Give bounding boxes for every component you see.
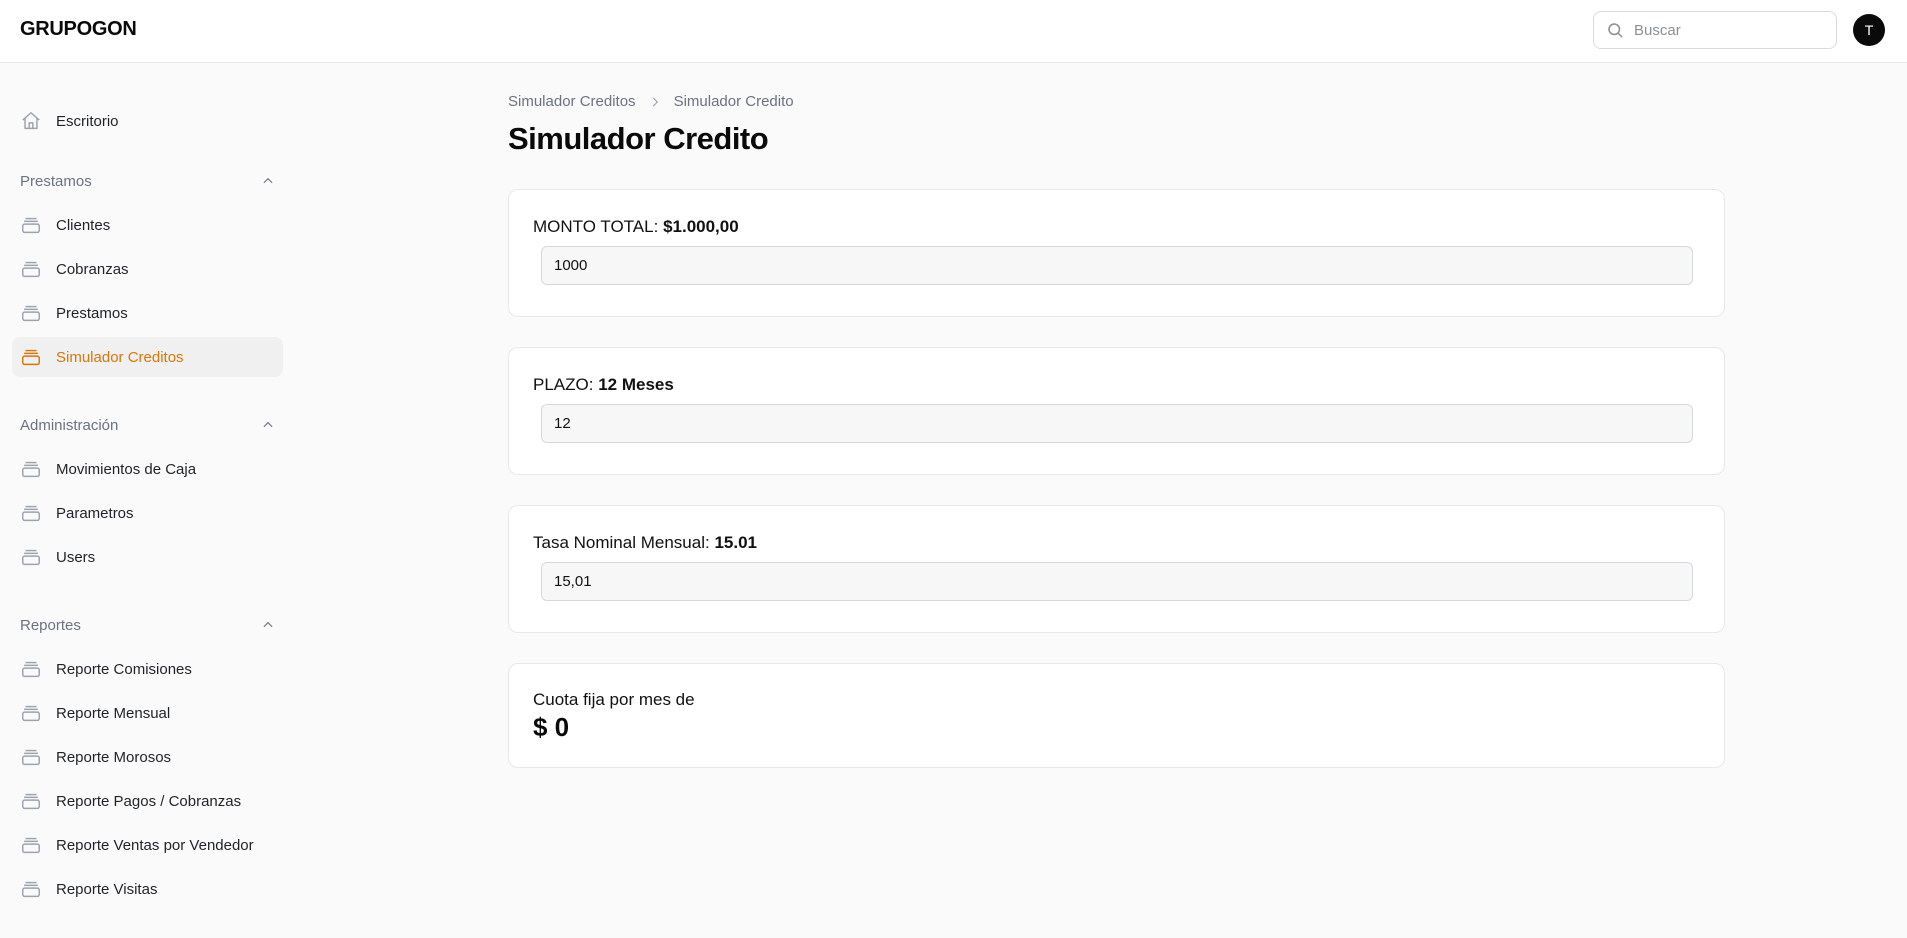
home-icon xyxy=(22,112,40,130)
tasa-label: Tasa Nominal Mensual: 15.01 xyxy=(533,533,757,553)
sidebar-item-prestamos[interactable]: Prestamos xyxy=(12,293,283,333)
stack-icon xyxy=(22,261,40,278)
result-label: Cuota fija por mes de xyxy=(533,690,695,709)
sidebar-item-label: Reporte Visitas xyxy=(56,880,158,898)
sidebar: Escritorio Prestamos Clientes Cobranzas … xyxy=(0,63,290,938)
group-header-prestamos[interactable]: Prestamos xyxy=(20,169,275,193)
chevron-up-icon xyxy=(263,621,273,628)
plazo-label-text: PLAZO: xyxy=(533,375,594,394)
tasa-card: Tasa Nominal Mensual: 15.01 xyxy=(508,505,1725,633)
brand-logo[interactable]: GRUPOGON xyxy=(20,18,137,41)
sidebar-item-reporte-visitas[interactable]: Reporte Visitas xyxy=(12,869,283,909)
monto-label-text: MONTO TOTAL: xyxy=(533,217,659,236)
sidebar-item-users[interactable]: Users xyxy=(12,537,283,577)
stack-icon xyxy=(22,549,40,566)
sidebar-item-label: Reporte Ventas por Vendedor xyxy=(56,836,254,854)
sidebar-item-clientes[interactable]: Clientes xyxy=(12,205,283,245)
stack-icon xyxy=(22,505,40,522)
stack-icon xyxy=(22,661,40,678)
stack-icon xyxy=(22,793,40,810)
sidebar-item-label: Clientes xyxy=(56,216,111,234)
search-box[interactable] xyxy=(1593,11,1837,49)
sidebar-item-reporte-comisiones[interactable]: Reporte Comisiones xyxy=(12,649,283,689)
sidebar-item-label: Reporte Morosos xyxy=(56,748,172,766)
sidebar-item-label: Parametros xyxy=(56,504,134,522)
group-label: Reportes xyxy=(20,616,81,634)
breadcrumb-link[interactable]: Simulador Creditos xyxy=(508,93,636,110)
sidebar-item-label: Prestamos xyxy=(56,304,128,322)
sidebar-item-label: Escritorio xyxy=(56,112,119,130)
tasa-display: 15.01 xyxy=(714,533,757,552)
sidebar-item-label: Reporte Pagos / Cobranzas xyxy=(56,792,242,810)
sidebar-item-label: Reporte Mensual xyxy=(56,704,171,722)
search-icon xyxy=(1608,23,1623,38)
plazo-display: 12 Meses xyxy=(598,375,674,394)
user-avatar[interactable]: T xyxy=(1853,14,1885,46)
breadcrumb-current: Simulador Credito xyxy=(673,93,794,110)
group-label: Administración xyxy=(20,416,119,434)
sidebar-item-parametros[interactable]: Parametros xyxy=(12,493,283,533)
group-header-reportes[interactable]: Reportes xyxy=(20,613,275,637)
sidebar-item-movimientos-de-caja[interactable]: Movimientos de Caja xyxy=(12,449,283,489)
monto-input[interactable] xyxy=(541,246,1693,285)
sidebar-item-escritorio[interactable]: Escritorio xyxy=(12,101,283,141)
sidebar-item-label: Users xyxy=(56,548,96,566)
chevron-up-icon xyxy=(263,421,273,428)
plazo-label: PLAZO: 12 Meses xyxy=(533,375,674,395)
stack-icon xyxy=(22,749,40,766)
stack-icon xyxy=(22,705,40,722)
group-header-administracion[interactable]: Administración xyxy=(20,413,275,437)
monto-card: MONTO TOTAL: $1.000,00 xyxy=(508,189,1725,317)
group-label: Prestamos xyxy=(20,172,92,190)
sidebar-item-label: Reporte Comisiones xyxy=(56,660,192,678)
chevron-right-icon xyxy=(652,97,658,106)
sidebar-item-cobranzas[interactable]: Cobranzas xyxy=(12,249,283,289)
stack-icon xyxy=(22,881,40,898)
stack-icon xyxy=(22,349,40,366)
top-bar: GRUPOGON T xyxy=(0,0,1907,63)
monto-label: MONTO TOTAL: $1.000,00 xyxy=(533,217,739,237)
result-value: $ 0 xyxy=(533,712,570,742)
sidebar-item-reporte-ventas-por-vendedor[interactable]: Reporte Ventas por Vendedor xyxy=(12,825,283,865)
sidebar-item-simulador-creditos[interactable]: Simulador Creditos xyxy=(12,337,283,377)
sidebar-item-reporte-mensual[interactable]: Reporte Mensual xyxy=(12,693,283,733)
tasa-input[interactable] xyxy=(541,562,1693,601)
breadcrumb: Simulador Creditos Simulador Credito xyxy=(508,93,794,110)
stack-icon xyxy=(22,305,40,322)
stack-icon xyxy=(22,461,40,478)
page-title: Simulador Credito xyxy=(508,121,769,156)
sidebar-item-label: Cobranzas xyxy=(56,260,129,278)
stack-icon xyxy=(22,837,40,854)
sidebar-item-label: Movimientos de Caja xyxy=(56,460,197,478)
search-input[interactable] xyxy=(1634,21,1824,39)
result-card: Cuota fija por mes de $ 0 xyxy=(508,663,1725,768)
sidebar-item-label: Simulador Creditos xyxy=(56,348,184,366)
sidebar-item-reporte-pagos-cobranzas[interactable]: Reporte Pagos / Cobranzas xyxy=(12,781,283,821)
tasa-label-text: Tasa Nominal Mensual: xyxy=(533,533,710,552)
sidebar-item-reporte-morosos[interactable]: Reporte Morosos xyxy=(12,737,283,777)
plazo-input[interactable] xyxy=(541,404,1693,443)
stack-icon xyxy=(22,217,40,234)
monto-display: $1.000,00 xyxy=(663,217,739,236)
plazo-card: PLAZO: 12 Meses xyxy=(508,347,1725,475)
chevron-up-icon xyxy=(263,177,273,184)
